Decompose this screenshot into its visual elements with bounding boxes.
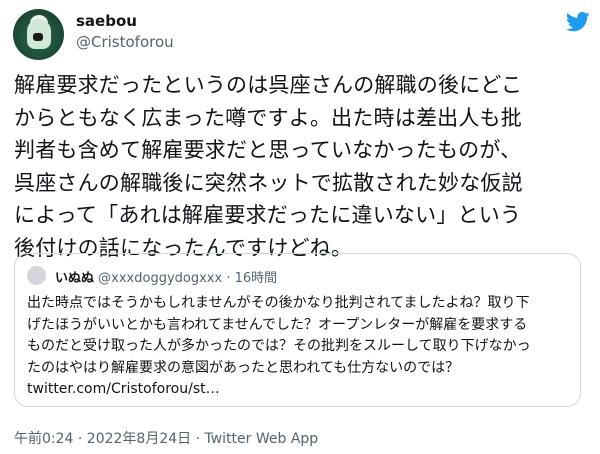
quoted-tweet-header: いぬぬ @xxxdoggydogxxx · 16時間 <box>55 267 277 286</box>
quoted-text-line: たのはやはり解雇要求の意図があったと思われても仕方ないのでは？ <box>27 359 460 376</box>
twitter-bird-icon[interactable] <box>566 12 590 32</box>
tweet-text-line: 判者も含めて解雇要求だと思っていなかったものが、 <box>14 138 522 162</box>
tweet-text-line: によって「あれは解雇要求だったに違いない」という <box>14 203 522 227</box>
quoted-text-line: げたほうがいいとかも言われてませんでした？オープンレターが解雇を要求する <box>27 316 528 333</box>
tweet-timestamp-source[interactable]: 午前0:24 · 2022年8月24日 · Twitter Web App <box>14 428 318 448</box>
quoted-author-avatar <box>27 266 46 285</box>
quoted-text-link[interactable]: twitter.com/Cristoforou/st… <box>27 379 572 401</box>
tweet-text-line: からともなく広まった噂ですよ。出た時は差出人も批 <box>14 105 522 130</box>
quoted-text-line: ものだと受け取った人が多かったのでは？その批判をスルーして取り下げなかっ <box>27 338 531 354</box>
separator-dot: · <box>226 271 231 286</box>
avatar-figure-detail <box>33 33 43 41</box>
author-handle[interactable]: @Cristoforou <box>76 33 174 51</box>
author-display-name[interactable]: saebou <box>76 12 137 30</box>
tweet-text-line: 解雇要求だったというのは呉座さんの解職の後にどこ <box>14 73 523 97</box>
quoted-tweet-text: 出た時点ではそうかもしれませんがその後かなり批判されてましたよね？取り下 げたほ… <box>27 293 572 401</box>
tweet-text-line: 呉座さんの解職後に突然ネットで拡散された妙な仮説 <box>14 170 523 195</box>
tweet-text: 解雇要求だったというのは呉座さんの解職の後にどこ からともなく広まった噂ですよ。… <box>14 69 590 264</box>
author-avatar[interactable] <box>13 9 64 60</box>
tweet-card: saebou @Cristoforou 解雇要求だったというのは呉座さんの解職の… <box>0 0 600 454</box>
quoted-author-name: いぬぬ <box>55 271 95 286</box>
quoted-tweet-time: 16時間 <box>234 271 278 286</box>
quoted-tweet[interactable]: いぬぬ @xxxdoggydogxxx · 16時間 出た時点ではそうかもしれま… <box>14 253 581 407</box>
quoted-text-line: 出た時点ではそうかもしれませんがその後かなり批判されてましたよね？取り下 <box>27 295 530 311</box>
quoted-author-handle: @xxxdoggydogxxx <box>98 271 223 286</box>
